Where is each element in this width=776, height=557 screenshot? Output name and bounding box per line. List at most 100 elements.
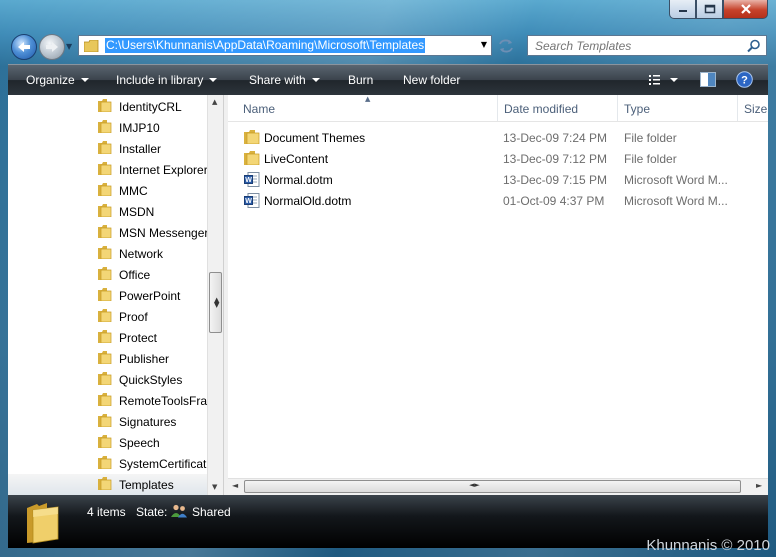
nav-item-publisher[interactable]: Publisher [8, 348, 207, 369]
help-button[interactable]: ? [736, 71, 753, 91]
new-folder-button[interactable]: New folder [403, 73, 460, 87]
folder-icon [98, 477, 112, 490]
file-name: LiveContent [264, 152, 329, 166]
maximize-icon [704, 4, 715, 14]
file-row[interactable]: W Normal.dotm 13-Dec-09 7:15 PM Microsof… [228, 169, 768, 190]
file-row[interactable]: W NormalOld.dotm 01-Oct-09 4:37 PM Micro… [228, 190, 768, 211]
folder-icon [98, 267, 112, 280]
nav-item-proof[interactable]: Proof [8, 306, 207, 327]
command-bar: Organize Include in library Share with B… [8, 64, 768, 95]
nav-item-identitycrl[interactable]: IdentityCRL [8, 96, 207, 117]
nav-item-msn-messenger[interactable]: MSN Messenger [8, 222, 207, 243]
nav-item-signatures[interactable]: Signatures [8, 411, 207, 432]
word-document-icon: W [244, 172, 260, 187]
scrollbar-thumb[interactable]: ▲ ▼ [209, 272, 222, 333]
file-row[interactable]: LiveContent 13-Dec-09 7:12 PM File folde… [228, 148, 768, 169]
content-area: IdentityCRL IMJP10 Installer Internet Ex… [8, 95, 768, 495]
preview-pane-button[interactable] [700, 72, 716, 90]
column-divider[interactable] [497, 95, 498, 121]
nav-item-internet-explorer[interactable]: Internet Explorer [8, 159, 207, 180]
organize-button[interactable]: Organize [26, 73, 89, 87]
scroll-up-arrow-icon[interactable]: ▲ [212, 98, 217, 106]
file-date: 13-Dec-09 7:15 PM [503, 173, 608, 187]
scroll-right-arrow-icon[interactable]: ► [756, 481, 762, 490]
nav-item-speech[interactable]: Speech [8, 432, 207, 453]
back-arrow-icon [18, 42, 30, 52]
nav-item-label: Protect [119, 331, 158, 345]
include-in-library-label: Include in library [116, 73, 204, 87]
address-path[interactable]: C:\Users\Khunnanis\AppData\Roaming\Micro… [105, 38, 426, 53]
column-header-type[interactable]: Type [624, 102, 650, 116]
burn-button[interactable]: Burn [348, 73, 373, 87]
refresh-icon [499, 39, 513, 53]
nav-item-office[interactable]: Office [8, 264, 207, 285]
nav-item-remotetoolsfra[interactable]: RemoteToolsFra [8, 390, 207, 411]
column-divider[interactable] [617, 95, 618, 121]
chevron-down-icon [311, 78, 320, 82]
watermark: Khunnanis © 2010 [646, 537, 770, 554]
nav-item-templates[interactable]: Templates [8, 474, 207, 495]
nav-item-systemcertificat[interactable]: SystemCertificat [8, 453, 207, 474]
chevron-down-icon [80, 78, 89, 82]
nav-item-powerpoint[interactable]: PowerPoint [8, 285, 207, 306]
explorer-window: ▼ C:\Users\Khunnanis\AppData\Roaming\Mic… [0, 0, 776, 557]
nav-item-protect[interactable]: Protect [8, 327, 207, 348]
sort-ascending-icon: ▲ [365, 95, 371, 103]
folder-icon [98, 141, 112, 154]
forward-button[interactable] [39, 34, 65, 60]
scroll-left-arrow-icon[interactable]: ◄ [232, 481, 238, 490]
folder-icon [98, 456, 112, 469]
close-button[interactable] [723, 0, 768, 19]
search-icon[interactable] [747, 39, 761, 53]
column-header-size[interactable]: Size [744, 102, 767, 116]
nav-item-imjp10[interactable]: IMJP10 [8, 117, 207, 138]
folder-icon [98, 99, 112, 112]
scrollbar-thumb[interactable]: ◄► [244, 480, 741, 493]
column-divider[interactable] [737, 95, 738, 121]
file-date: 13-Dec-09 7:24 PM [503, 131, 608, 145]
file-list-horizontal-scrollbar[interactable]: ◄ ◄► ► [228, 478, 768, 495]
grip-icon: ▲ ▼ [214, 296, 220, 309]
file-row[interactable]: Document Themes 13-Dec-09 7:24 PM File f… [228, 127, 768, 148]
address-bar[interactable]: C:\Users\Khunnanis\AppData\Roaming\Micro… [78, 35, 492, 56]
nav-item-network[interactable]: Network [8, 243, 207, 264]
preview-pane-icon [700, 72, 716, 87]
file-name: Normal.dotm [264, 173, 333, 187]
folder-icon [98, 414, 112, 427]
share-with-button[interactable]: Share with [249, 73, 320, 87]
nav-item-mmc[interactable]: MMC [8, 180, 207, 201]
scroll-down-arrow-icon[interactable]: ▼ [212, 483, 217, 491]
nav-item-label: MSDN [119, 205, 155, 219]
caption-buttons [669, 0, 768, 20]
nav-item-label: QuickStyles [119, 373, 183, 387]
navigation-pane-scrollbar[interactable]: ▲ ▲ ▼ ▼ [207, 95, 224, 495]
nav-item-label: MMC [119, 184, 148, 198]
recent-pages-dropdown[interactable]: ▼ [66, 42, 72, 51]
file-name: NormalOld.dotm [264, 194, 352, 208]
minimize-button[interactable] [669, 0, 696, 19]
nav-item-installer[interactable]: Installer [8, 138, 207, 159]
folder-icon [98, 225, 112, 238]
change-view-button[interactable] [648, 72, 678, 89]
nav-item-label: Office [119, 268, 151, 282]
column-header-date-modified[interactable]: Date modified [504, 102, 578, 116]
maximize-button[interactable] [696, 0, 723, 19]
organize-label: Organize [26, 73, 75, 87]
folder-icon [98, 204, 112, 217]
folder-icon [98, 330, 112, 343]
address-dropdown-icon[interactable]: ▼ [481, 40, 487, 49]
nav-item-label: Publisher [119, 352, 170, 366]
include-in-library-button[interactable]: Include in library [116, 73, 218, 87]
nav-item-label: PowerPoint [119, 289, 181, 303]
nav-item-label: Proof [119, 310, 148, 324]
search-input[interactable] [533, 37, 737, 54]
file-type: Microsoft Word M... [624, 173, 728, 187]
nav-item-quickstyles[interactable]: QuickStyles [8, 369, 207, 390]
back-button[interactable] [11, 34, 37, 60]
folder-icon [98, 372, 112, 385]
refresh-button[interactable] [496, 37, 516, 55]
nav-item-msdn[interactable]: MSDN [8, 201, 207, 222]
column-header-name[interactable]: Name [243, 102, 275, 116]
folder-icon [84, 39, 99, 52]
search-box[interactable] [527, 35, 767, 56]
